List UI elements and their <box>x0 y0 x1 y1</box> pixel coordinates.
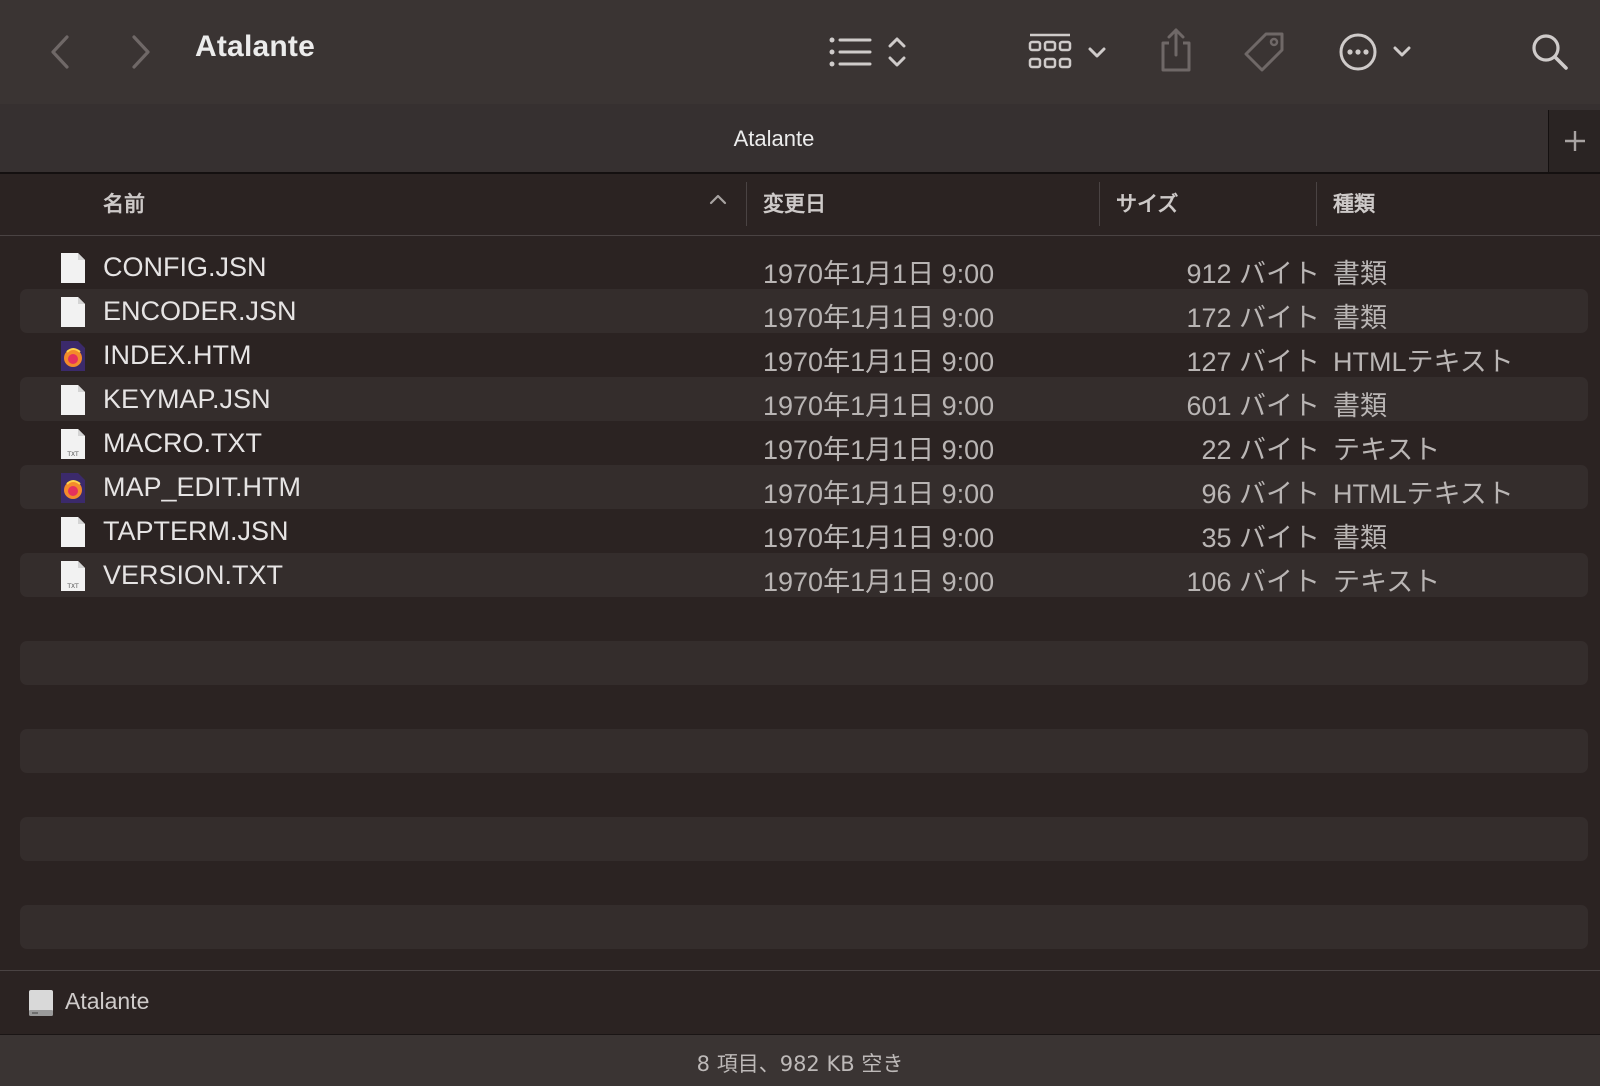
text-file-icon: TXT <box>58 428 88 460</box>
file-row[interactable]: MAP_EDIT.HTM 1970年1月1日 9:00 96 バイト HTMLテ… <box>20 465 1588 509</box>
share-icon <box>1161 28 1191 72</box>
tab-bar: Atalante <box>0 104 1600 174</box>
search-icon <box>1532 34 1568 70</box>
empty-row <box>20 817 1588 861</box>
file-row[interactable]: TXT MACRO.TXT 1970年1月1日 9:00 22 バイト テキスト <box>20 421 1588 465</box>
column-kind-header[interactable]: 種類 <box>1333 188 1375 218</box>
file-date: 1970年1月1日 9:00 <box>763 479 995 509</box>
empty-row <box>20 729 1588 773</box>
file-date: 1970年1月1日 9:00 <box>763 303 995 333</box>
column-name-header[interactable]: 名前 <box>103 188 145 218</box>
file-size: 912 バイト <box>1186 259 1320 289</box>
status-bar: 8 項目、982 KB 空き <box>0 1034 1600 1086</box>
file-date: 1970年1月1日 9:00 <box>763 567 995 597</box>
new-tab-button[interactable] <box>1548 110 1600 172</box>
file-name: MAP_EDIT.HTM <box>103 472 302 502</box>
share-button[interactable] <box>1154 26 1198 74</box>
txt-badge: TXT <box>66 451 79 458</box>
toolbar: Atalante <box>0 0 1600 104</box>
column-header: 名前 変更日 サイズ 種類 <box>0 174 1600 236</box>
status-text: 8 項目、982 KB 空き <box>696 1052 904 1076</box>
file-name: TAPTERM.JSN <box>103 516 289 546</box>
plus-icon <box>1564 131 1585 151</box>
column-separator[interactable] <box>1099 182 1100 226</box>
empty-row <box>20 641 1588 685</box>
column-separator[interactable] <box>1316 182 1317 226</box>
document-icon <box>58 384 88 416</box>
file-kind: テキスト <box>1333 567 1441 597</box>
file-row[interactable]: CONFIG.JSN 1970年1月1日 9:00 912 バイト 書類 <box>20 245 1588 289</box>
file-name: KEYMAP.JSN <box>103 384 271 414</box>
file-size: 35 バイト <box>1201 523 1320 553</box>
view-mode-button[interactable] <box>828 30 914 74</box>
file-name: CONFIG.JSN <box>103 252 267 282</box>
file-row[interactable]: TXT VERSION.TXT 1970年1月1日 9:00 106 バイト テ… <box>20 553 1588 597</box>
chevron-up-icon[interactable] <box>708 192 728 206</box>
browser-html-icon <box>58 472 88 504</box>
file-date: 1970年1月1日 9:00 <box>763 435 995 465</box>
empty-row <box>20 905 1588 949</box>
document-icon <box>58 252 88 284</box>
file-name: ENCODER.JSN <box>103 296 297 326</box>
column-separator[interactable] <box>746 182 747 226</box>
file-date: 1970年1月1日 9:00 <box>763 391 995 421</box>
document-icon <box>58 296 88 328</box>
file-size: 601 バイト <box>1186 391 1320 421</box>
file-size: 127 バイト <box>1186 347 1320 377</box>
file-size: 96 バイト <box>1201 479 1320 509</box>
group-grid-icon <box>1028 33 1106 69</box>
forward-button[interactable] <box>121 30 161 74</box>
path-item-atalante[interactable]: Atalante <box>65 988 149 1015</box>
tab-atalante[interactable]: Atalante <box>0 126 1548 152</box>
chevron-right-icon <box>132 35 150 69</box>
path-bar: Atalante <box>0 970 1600 1034</box>
file-row[interactable]: TAPTERM.JSN 1970年1月1日 9:00 35 バイト 書類 <box>20 509 1588 553</box>
file-kind: 書類 <box>1333 523 1387 553</box>
file-row[interactable]: KEYMAP.JSN 1970年1月1日 9:00 601 バイト 書類 <box>20 377 1588 421</box>
column-size-header[interactable]: サイズ <box>1116 188 1178 218</box>
txt-badge: TXT <box>66 583 79 590</box>
group-button[interactable] <box>1028 30 1112 74</box>
column-date-header[interactable]: 変更日 <box>763 188 826 218</box>
file-size: 172 バイト <box>1186 303 1320 333</box>
file-row[interactable]: INDEX.HTM 1970年1月1日 9:00 127 バイト HTMLテキス… <box>20 333 1588 377</box>
text-file-icon: TXT <box>58 560 88 592</box>
file-name: MACRO.TXT <box>103 428 262 458</box>
file-kind: テキスト <box>1333 435 1441 465</box>
file-size: 22 バイト <box>1201 435 1320 465</box>
file-kind: HTMLテキスト <box>1333 479 1514 509</box>
search-button[interactable] <box>1528 28 1572 76</box>
file-kind: 書類 <box>1333 259 1387 289</box>
file-date: 1970年1月1日 9:00 <box>763 523 995 553</box>
window-title: Atalante <box>195 30 315 63</box>
more-actions-button[interactable] <box>1338 28 1416 76</box>
file-kind: 書類 <box>1333 391 1387 421</box>
external-drive-icon[interactable] <box>26 988 56 1022</box>
file-date: 1970年1月1日 9:00 <box>763 259 995 289</box>
file-row[interactable]: ENCODER.JSN 1970年1月1日 9:00 172 バイト 書類 <box>20 289 1588 333</box>
file-name: VERSION.TXT <box>103 560 284 590</box>
document-icon <box>58 516 88 548</box>
back-button[interactable] <box>40 30 80 74</box>
file-date: 1970年1月1日 9:00 <box>763 347 995 377</box>
tag-button[interactable] <box>1240 28 1288 76</box>
file-size: 106 バイト <box>1186 567 1320 597</box>
file-name: INDEX.HTM <box>103 340 252 370</box>
chevron-left-icon <box>51 35 69 69</box>
ellipsis-circle-icon <box>1339 33 1411 71</box>
tag-icon <box>1244 32 1284 72</box>
file-kind: 書類 <box>1333 303 1387 333</box>
browser-html-icon <box>58 340 88 372</box>
file-kind: HTMLテキスト <box>1333 347 1514 377</box>
list-view-icon <box>829 37 906 67</box>
